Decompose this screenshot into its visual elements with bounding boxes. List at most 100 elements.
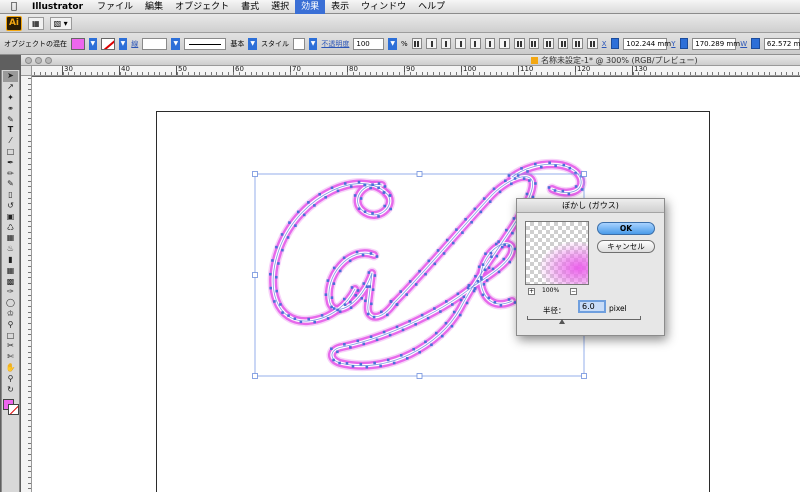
- anchor-point[interactable]: [507, 174, 511, 177]
- menu-view[interactable]: 表示: [325, 0, 355, 14]
- anchor-point[interactable]: [330, 347, 333, 351]
- anchor-point[interactable]: [472, 289, 476, 293]
- anchor-point[interactable]: [324, 195, 327, 199]
- anchor-point[interactable]: [434, 331, 438, 335]
- apple-icon[interactable]: : [0, 1, 28, 12]
- opacity-label[interactable]: 不透明度: [321, 39, 349, 49]
- anchor-point[interactable]: [512, 217, 516, 220]
- anchor-point[interactable]: [380, 310, 383, 314]
- menu-help[interactable]: ヘルプ: [412, 0, 451, 14]
- anchor-point[interactable]: [273, 300, 276, 303]
- anchor-point[interactable]: [507, 244, 511, 248]
- anchor-point[interactable]: [313, 204, 316, 207]
- anchor-point[interactable]: [414, 322, 417, 326]
- anchor-point[interactable]: [332, 358, 335, 362]
- blur-preview[interactable]: [525, 221, 589, 285]
- anchor-point[interactable]: [510, 182, 513, 186]
- anchor-point[interactable]: [479, 276, 483, 279]
- graphic-style-dropdown-icon[interactable]: ▼: [308, 37, 318, 50]
- anchor-point[interactable]: [338, 361, 341, 365]
- canvas[interactable]: [32, 77, 800, 492]
- gradient-tool[interactable]: ▩: [3, 276, 18, 287]
- anchor-point[interactable]: [490, 255, 493, 259]
- anchor-point[interactable]: [554, 164, 557, 168]
- anchor-point[interactable]: [336, 189, 340, 193]
- anchor-point[interactable]: [375, 338, 379, 342]
- anchor-point[interactable]: [487, 296, 491, 300]
- anchor-point[interactable]: [386, 313, 389, 317]
- anchor-point[interactable]: [332, 307, 336, 310]
- anchor-point[interactable]: [580, 188, 584, 191]
- anchor-point[interactable]: [296, 210, 300, 214]
- anchor-point[interactable]: [401, 328, 405, 332]
- anchor-point[interactable]: [293, 317, 297, 321]
- anchor-point[interactable]: [287, 314, 290, 317]
- anchor-point[interactable]: [330, 186, 334, 190]
- anchor-point[interactable]: [547, 186, 551, 189]
- anchor-point[interactable]: [525, 192, 529, 196]
- menu-select[interactable]: 選択: [265, 0, 295, 14]
- pen-tool[interactable]: ✎: [3, 114, 18, 125]
- anchor-point[interactable]: [348, 259, 352, 263]
- arrange-documents-button[interactable]: ▧ ▾: [49, 16, 72, 30]
- anchor-point[interactable]: [294, 224, 297, 227]
- anchor-point[interactable]: [392, 361, 396, 365]
- radius-slider-track[interactable]: [527, 316, 641, 320]
- anchor-point[interactable]: [383, 185, 387, 188]
- anchor-point[interactable]: [355, 250, 359, 254]
- anchor-point[interactable]: [484, 252, 487, 256]
- anchor-point[interactable]: [330, 296, 334, 299]
- menu-window[interactable]: ウィンドウ: [355, 0, 412, 14]
- bounding-box-handle[interactable]: [252, 171, 258, 177]
- anchor-point[interactable]: [497, 270, 501, 274]
- transform-icon[interactable]: [587, 38, 598, 49]
- anchor-point[interactable]: [420, 313, 424, 317]
- align-center-h-icon[interactable]: [440, 38, 452, 49]
- anchor-point[interactable]: [418, 350, 422, 354]
- rotate-tool[interactable]: ↺: [3, 201, 18, 212]
- anchor-point[interactable]: [338, 269, 342, 273]
- anchor-point[interactable]: [299, 320, 303, 324]
- anchor-point[interactable]: [275, 275, 278, 279]
- anchor-point[interactable]: [279, 303, 282, 306]
- y-position-field[interactable]: 170.289 mm: [692, 37, 740, 50]
- direct-selection-tool[interactable]: ↗: [3, 82, 18, 93]
- bounding-box-handle[interactable]: [252, 272, 258, 278]
- anchor-point[interactable]: [500, 245, 504, 249]
- anchor-point[interactable]: [377, 186, 380, 190]
- ruler-origin[interactable]: [21, 66, 32, 76]
- anchor-point[interactable]: [371, 212, 374, 215]
- anchor-point[interactable]: [539, 165, 543, 169]
- anchor-point[interactable]: [405, 293, 408, 296]
- blob-brush-tool[interactable]: ✎: [3, 179, 18, 190]
- anchor-point[interactable]: [445, 238, 449, 242]
- anchor-point[interactable]: [456, 292, 460, 296]
- anchor-point[interactable]: [307, 201, 310, 204]
- anchor-point[interactable]: [507, 298, 511, 301]
- artboard-tool[interactable]: □: [3, 330, 18, 341]
- anchor-point[interactable]: [516, 174, 520, 177]
- eraser-tool[interactable]: ▯: [3, 190, 18, 201]
- column-graph-tool[interactable]: ▮: [3, 255, 18, 266]
- anchor-point[interactable]: [362, 282, 366, 285]
- anchor-point[interactable]: [332, 282, 336, 285]
- anchor-point[interactable]: [271, 259, 274, 262]
- anchor-point[interactable]: [567, 192, 571, 196]
- anchor-point[interactable]: [395, 325, 399, 329]
- anchor-point[interactable]: [288, 221, 291, 224]
- anchor-point[interactable]: [318, 192, 321, 196]
- anchor-point[interactable]: [494, 242, 498, 246]
- anchor-point[interactable]: [377, 215, 380, 218]
- anchor-point[interactable]: [326, 279, 330, 282]
- anchor-point[interactable]: [365, 365, 369, 369]
- y-stepper-icon[interactable]: [679, 38, 689, 49]
- anchor-point[interactable]: [342, 256, 346, 260]
- close-window-icon[interactable]: [25, 56, 32, 64]
- opacity-field[interactable]: 100: [353, 37, 385, 50]
- anchor-point[interactable]: [360, 297, 364, 300]
- menu-effect[interactable]: 効果: [295, 0, 326, 14]
- live-paint-selection-tool[interactable]: ⚲: [3, 319, 18, 330]
- selection-tool[interactable]: ➤: [3, 71, 18, 82]
- ok-button[interactable]: OK: [597, 222, 655, 235]
- anchor-point[interactable]: [382, 330, 386, 334]
